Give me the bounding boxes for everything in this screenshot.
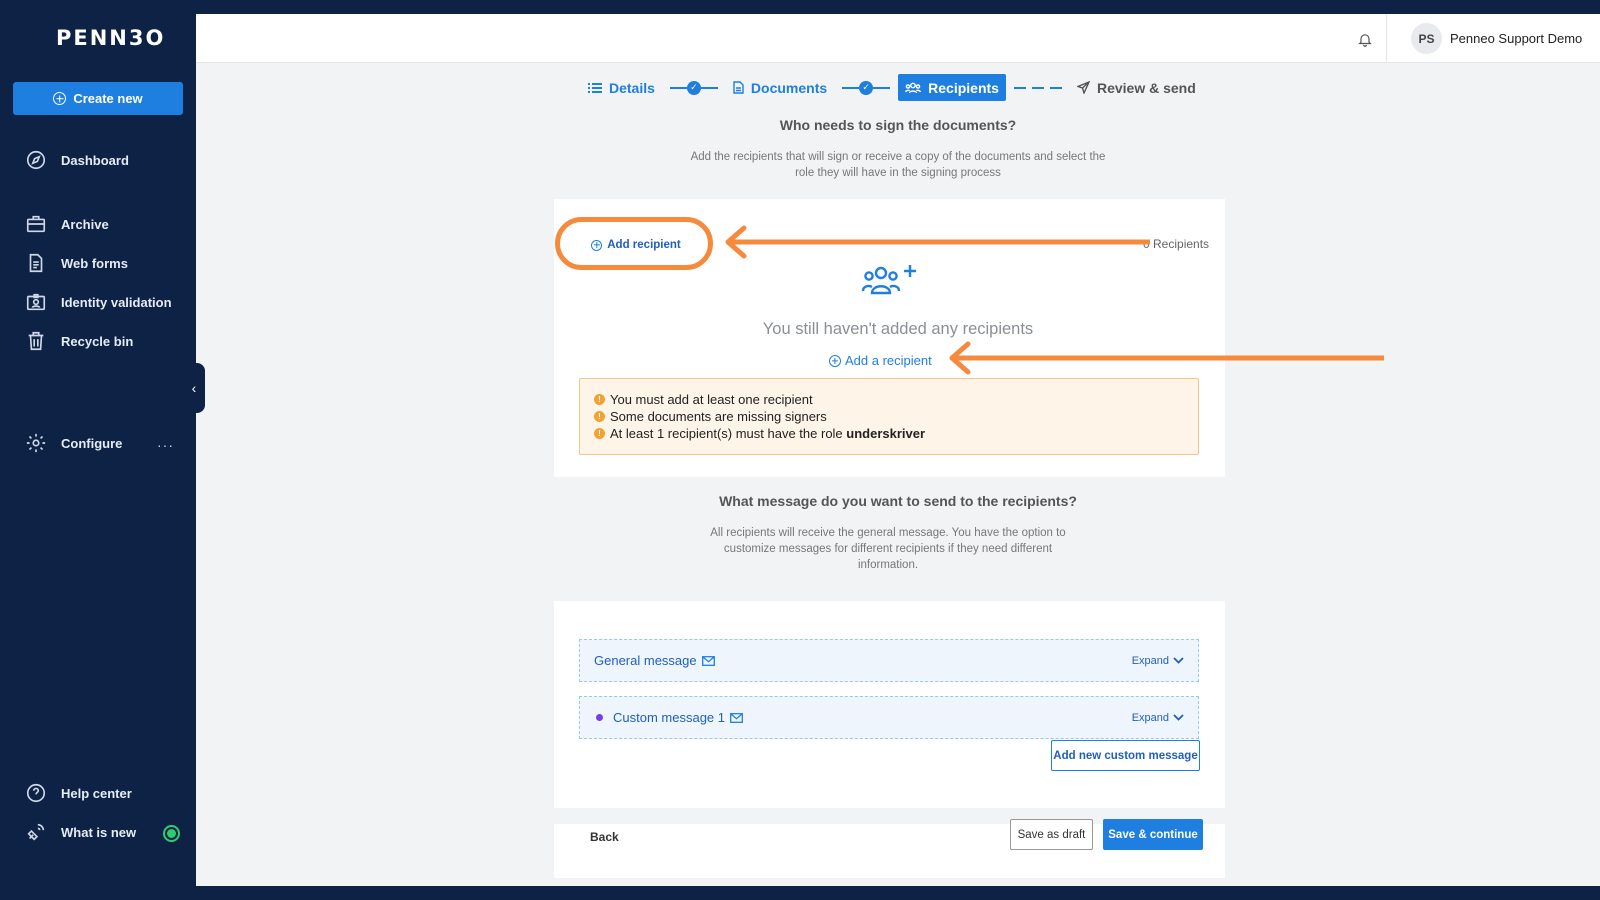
back-button[interactable]: Back: [590, 830, 619, 844]
sidebar-item-label: Dashboard: [61, 152, 129, 168]
chevron-down-icon: [1173, 657, 1184, 664]
topbar-divider: [1386, 14, 1387, 63]
warning-icon: !: [594, 411, 605, 422]
satellite-icon: [27, 823, 45, 841]
step-label: Recipients: [928, 79, 999, 96]
step-label: Documents: [750, 79, 828, 96]
expand-label: Expand: [1131, 654, 1169, 667]
role-name: underskriver: [846, 426, 926, 441]
sidebar-item-recycle-bin[interactable]: Recycle bin: [25, 330, 133, 352]
messages-subtitle: All recipients will receive the general …: [710, 527, 1066, 571]
sidebar-item-label: What is new: [61, 824, 137, 840]
plus-circle-icon: [829, 354, 841, 367]
message-label: Custom message 1: [613, 710, 725, 725]
user-menu[interactable]: PS Penneo Support Demo: [1411, 23, 1582, 54]
warning-text: At least 1 recipient(s) must have the ro…: [610, 426, 847, 441]
plus-circle-icon: [53, 92, 67, 105]
gear-icon: [26, 433, 46, 453]
step-details[interactable]: Details: [581, 74, 662, 101]
avatar: PS: [1411, 23, 1442, 54]
sidebar-item-web-forms[interactable]: Web forms: [25, 252, 128, 274]
question-icon: [26, 783, 46, 803]
list-icon: [588, 82, 602, 93]
create-new-label: Create new: [73, 91, 143, 106]
document-icon: [733, 81, 744, 94]
annotation-highlight-ring: [555, 217, 713, 270]
expand-label: Expand: [1131, 711, 1169, 724]
general-message-row[interactable]: General message Expand: [579, 639, 1199, 682]
progress-stepper: Details ✓ Documents ✓ Recipients Review …: [581, 74, 1203, 101]
warning-icon: !: [594, 394, 605, 405]
sidebar-item-label: Web forms: [61, 255, 128, 271]
sidebar-item-label: Recycle bin: [61, 333, 134, 349]
sidebar-item-label: Configure: [61, 435, 123, 451]
recipients-title: Who needs to sign the documents?: [779, 117, 1017, 133]
chevron-down-icon: [1173, 714, 1184, 721]
sidebar-item-help-center[interactable]: Help center: [25, 782, 132, 804]
message-label: General message: [594, 653, 697, 668]
warning-item: ! You must add at least one recipient: [594, 391, 1184, 408]
custom-message-row[interactable]: Custom message 1 Expand: [579, 696, 1199, 739]
add-custom-message-button[interactable]: Add new custom message: [1051, 740, 1200, 771]
main-content: PS Penneo Support Demo Details ✓ Documen…: [196, 14, 1600, 886]
step-connector: ✓: [669, 80, 718, 95]
collapse-sidebar-button[interactable]: ‹: [183, 363, 205, 413]
warning-text: Some documents are missing signers: [610, 409, 827, 424]
warning-item: ! At least 1 recipient(s) must have the …: [594, 425, 1184, 442]
sidebar-item-configure[interactable]: Configure: [25, 432, 122, 454]
bell-icon[interactable]: [1357, 31, 1373, 48]
add-a-recipient-link[interactable]: Add a recipient: [829, 353, 932, 368]
users-add-icon: [861, 265, 916, 295]
configure-more-icon[interactable]: ···: [157, 437, 174, 453]
warning-item: ! Some documents are missing signers: [594, 408, 1184, 425]
empty-state-text: You still haven't added any recipients: [762, 320, 1034, 338]
sidebar-item-what-is-new[interactable]: What is new: [25, 821, 136, 843]
save-continue-button[interactable]: Save & continue: [1103, 819, 1203, 850]
warning-icon: !: [594, 428, 605, 439]
sidebar-item-archive[interactable]: Archive: [25, 213, 109, 235]
compass-icon: [26, 150, 46, 170]
custom-message-dot: [596, 714, 603, 721]
user-name: Penneo Support Demo: [1450, 31, 1583, 46]
warning-text: You must add at least one recipient: [610, 392, 813, 407]
expand-toggle[interactable]: Expand: [1132, 655, 1184, 667]
step-review-send[interactable]: Review & send: [1070, 74, 1203, 101]
trash-icon: [28, 331, 44, 351]
top-bar: PS Penneo Support Demo: [196, 14, 1600, 63]
save-draft-button[interactable]: Save as draft: [1010, 819, 1093, 850]
id-badge-icon: [26, 293, 46, 311]
messages-title: What message do you want to send to the …: [719, 493, 1077, 509]
step-label: Details: [609, 79, 655, 96]
sidebar-item-dashboard[interactable]: Dashboard: [25, 149, 129, 171]
sidebar-item-identity-validation[interactable]: Identity validation: [25, 291, 172, 313]
envelope-icon: [701, 655, 715, 666]
step-recipients[interactable]: Recipients: [898, 74, 1006, 101]
penneo-logo[interactable]: PENN3O: [56, 26, 165, 50]
validation-warning-box: ! You must add at least one recipient ! …: [579, 378, 1199, 455]
expand-toggle[interactable]: Expand: [1132, 712, 1184, 724]
check-icon: ✓: [859, 80, 874, 95]
add-a-recipient-label: Add a recipient: [845, 353, 932, 368]
step-connector-pending: [1013, 86, 1062, 89]
step-label: Review & send: [1096, 79, 1196, 96]
step-connector: ✓: [842, 80, 891, 95]
step-documents[interactable]: Documents: [726, 74, 834, 101]
create-new-button[interactable]: Create new: [13, 82, 183, 115]
sidebar: PENN3O Create new Dashboard Archive Web …: [0, 0, 196, 900]
sidebar-item-label: Identity validation: [61, 294, 172, 310]
recipients-subtitle: Add the recipients that will sign or rec…: [690, 151, 1106, 179]
check-icon: ✓: [686, 80, 701, 95]
envelope-icon: [730, 712, 743, 723]
send-icon: [1076, 81, 1090, 94]
users-icon: [905, 82, 922, 93]
sidebar-item-label: Help center: [61, 785, 132, 801]
sidebar-item-label: Archive: [61, 216, 109, 232]
new-indicator-icon: [163, 825, 180, 842]
recipient-count: 0 Recipients: [1143, 237, 1210, 251]
document-icon: [29, 253, 43, 273]
briefcase-icon: [26, 215, 46, 233]
